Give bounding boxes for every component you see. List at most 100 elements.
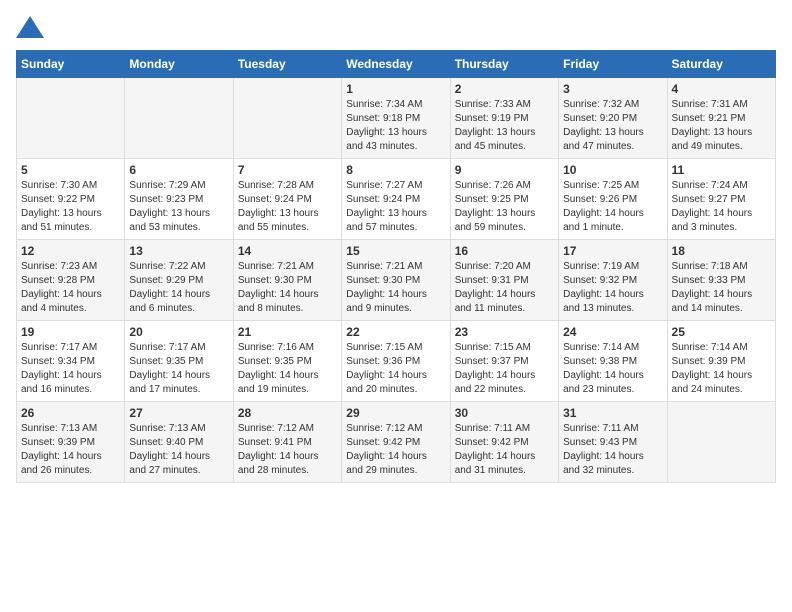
day-number: 14: [238, 244, 337, 258]
weekday-header-thursday: Thursday: [450, 51, 558, 78]
cell-content: Sunrise: 7:12 AMSunset: 9:42 PMDaylight:…: [346, 422, 445, 478]
sunrise-text: Sunrise: 7:26 AM: [455, 180, 531, 191]
sunset-text: Sunset: 9:42 PM: [455, 437, 529, 448]
sunrise-text: Sunrise: 7:12 AM: [238, 423, 314, 434]
daylight-text: Daylight: 14 hours and 19 minutes.: [238, 370, 319, 395]
sunrise-text: Sunrise: 7:34 AM: [346, 99, 422, 110]
daylight-text: Daylight: 14 hours and 9 minutes.: [346, 289, 427, 314]
daylight-text: Daylight: 14 hours and 23 minutes.: [563, 370, 644, 395]
sunset-text: Sunset: 9:33 PM: [672, 275, 746, 286]
weekday-row: SundayMondayTuesdayWednesdayThursdayFrid…: [17, 51, 776, 78]
sunrise-text: Sunrise: 7:23 AM: [21, 261, 97, 272]
day-number: 31: [563, 406, 662, 420]
day-number: 13: [129, 244, 228, 258]
daylight-text: Daylight: 13 hours and 55 minutes.: [238, 208, 319, 233]
sunrise-text: Sunrise: 7:13 AM: [129, 423, 205, 434]
logo-icon: [16, 16, 44, 38]
day-number: 7: [238, 163, 337, 177]
day-number: 11: [672, 163, 771, 177]
calendar-cell: [17, 78, 125, 159]
calendar-cell: [125, 78, 233, 159]
cell-content: Sunrise: 7:26 AMSunset: 9:25 PMDaylight:…: [455, 179, 554, 235]
sunrise-text: Sunrise: 7:28 AM: [238, 180, 314, 191]
day-number: 19: [21, 325, 120, 339]
calendar-cell: 29 Sunrise: 7:12 AMSunset: 9:42 PMDayligh…: [342, 402, 450, 483]
calendar-cell: [667, 402, 775, 483]
calendar-row: 26Sunrise: 7:13 AMSunset: 9:39 PMDayligh…: [17, 402, 776, 483]
day-number: 20: [129, 325, 228, 339]
calendar-cell: 1Sunrise: 7:34 AMSunset: 9:18 PMDaylight…: [342, 78, 450, 159]
weekday-header-wednesday: Wednesday: [342, 51, 450, 78]
cell-content: Sunrise: 7:27 AMSunset: 9:24 PMDaylight:…: [346, 179, 445, 235]
calendar-cell: 14Sunrise: 7:21 AMSunset: 9:30 PMDayligh…: [233, 240, 341, 321]
sunrise-text: Sunrise: 7:17 AM: [21, 342, 97, 353]
daylight-text: Daylight: 14 hours and 3 minutes.: [672, 208, 753, 233]
daylight-text: Daylight: 14 hours and 29 minutes.: [346, 451, 427, 476]
cell-content: Sunrise: 7:23 AMSunset: 9:28 PMDaylight:…: [21, 260, 120, 316]
sunset-text: Sunset: 9:25 PM: [455, 194, 529, 205]
sunset-text: Sunset: 9:30 PM: [238, 275, 312, 286]
daylight-text: Daylight: 13 hours and 45 minutes.: [455, 127, 536, 152]
sunrise-text: Sunrise: 7:15 AM: [455, 342, 531, 353]
day-number: 30: [455, 406, 554, 420]
day-number: 29: [346, 406, 445, 420]
sunrise-text: Sunrise: 7:30 AM: [21, 180, 97, 191]
day-number: 12: [21, 244, 120, 258]
daylight-text: Daylight: 13 hours and 57 minutes.: [346, 208, 427, 233]
sunset-text: Sunset: 9:32 PM: [563, 275, 637, 286]
daylight-text: Daylight: 14 hours and 6 minutes.: [129, 289, 210, 314]
calendar-cell: 6 Sunrise: 7:29 AMSunset: 9:23 PMDaylight…: [125, 159, 233, 240]
cell-content: Sunrise: 7:29 AMSunset: 9:23 PMDaylight:…: [129, 179, 228, 235]
sunrise-text: Sunrise: 7:19 AM: [563, 261, 639, 272]
calendar-cell: 12 Sunrise: 7:23 AMSunset: 9:28 PMDayligh…: [17, 240, 125, 321]
cell-content: Sunrise: 7:24 AMSunset: 9:27 PMDaylight:…: [672, 179, 771, 235]
sunset-text: Sunset: 9:24 PM: [346, 194, 420, 205]
sunrise-text: Sunrise: 7:15 AM: [346, 342, 422, 353]
calendar-cell: 18Sunrise: 7:18 AMSunset: 9:33 PMDayligh…: [667, 240, 775, 321]
sunset-text: Sunset: 9:35 PM: [129, 356, 203, 367]
calendar-cell: 8Sunrise: 7:27 AMSunset: 9:24 PMDaylight…: [342, 159, 450, 240]
day-number: 28: [238, 406, 337, 420]
cell-content: Sunrise: 7:15 AMSunset: 9:36 PMDaylight:…: [346, 341, 445, 397]
calendar-row: 5Sunrise: 7:30 AMSunset: 9:22 PMDaylight…: [17, 159, 776, 240]
sunrise-text: Sunrise: 7:24 AM: [672, 180, 748, 191]
daylight-text: Daylight: 14 hours and 32 minutes.: [563, 451, 644, 476]
sunset-text: Sunset: 9:41 PM: [238, 437, 312, 448]
day-number: 24: [563, 325, 662, 339]
sunset-text: Sunset: 9:30 PM: [346, 275, 420, 286]
calendar-cell: 16Sunrise: 7:20 AMSunset: 9:31 PMDayligh…: [450, 240, 558, 321]
sunrise-text: Sunrise: 7:18 AM: [672, 261, 748, 272]
day-number: 25: [672, 325, 771, 339]
calendar-row: 1Sunrise: 7:34 AMSunset: 9:18 PMDaylight…: [17, 78, 776, 159]
calendar-row: 19Sunrise: 7:17 AMSunset: 9:34 PMDayligh…: [17, 321, 776, 402]
sunset-text: Sunset: 9:40 PM: [129, 437, 203, 448]
day-number: 9: [455, 163, 554, 177]
sunrise-text: Sunrise: 7:12 AM: [346, 423, 422, 434]
weekday-header-saturday: Saturday: [667, 51, 775, 78]
cell-content: Sunrise: 7:33 AMSunset: 9:19 PMDaylight:…: [455, 98, 554, 154]
cell-content: Sunrise: 7:16 AMSunset: 9:35 PMDaylight:…: [238, 341, 337, 397]
calendar-cell: 22 Sunrise: 7:15 AMSunset: 9:36 PMDayligh…: [342, 321, 450, 402]
calendar-cell: 4Sunrise: 7:31 AMSunset: 9:21 PMDaylight…: [667, 78, 775, 159]
sunset-text: Sunset: 9:26 PM: [563, 194, 637, 205]
daylight-text: Daylight: 13 hours and 49 minutes.: [672, 127, 753, 152]
cell-content: Sunrise: 7:19 AMSunset: 9:32 PMDaylight:…: [563, 260, 662, 316]
calendar-cell: 27Sunrise: 7:13 AMSunset: 9:40 PMDayligh…: [125, 402, 233, 483]
sunrise-text: Sunrise: 7:21 AM: [238, 261, 314, 272]
calendar-cell: 23Sunrise: 7:15 AMSunset: 9:37 PMDayligh…: [450, 321, 558, 402]
sunrise-text: Sunrise: 7:21 AM: [346, 261, 422, 272]
calendar-cell: 20Sunrise: 7:17 AMSunset: 9:35 PMDayligh…: [125, 321, 233, 402]
calendar-cell: 3Sunrise: 7:32 AMSunset: 9:20 PMDaylight…: [559, 78, 667, 159]
calendar-cell: 30Sunrise: 7:11 AMSunset: 9:42 PMDayligh…: [450, 402, 558, 483]
calendar-cell: 2Sunrise: 7:33 AMSunset: 9:19 PMDaylight…: [450, 78, 558, 159]
day-number: 22: [346, 325, 445, 339]
daylight-text: Daylight: 14 hours and 28 minutes.: [238, 451, 319, 476]
day-number: 16: [455, 244, 554, 258]
calendar-cell: 25 Sunrise: 7:14 AMSunset: 9:39 PMDayligh…: [667, 321, 775, 402]
cell-content: Sunrise: 7:13 AMSunset: 9:40 PMDaylight:…: [129, 422, 228, 478]
calendar-cell: 24Sunrise: 7:14 AMSunset: 9:38 PMDayligh…: [559, 321, 667, 402]
daylight-text: Daylight: 14 hours and 1 minute.: [563, 208, 644, 233]
sunrise-text: Sunrise: 7:22 AM: [129, 261, 205, 272]
cell-content: Sunrise: 7:14 AMSunset: 9:39 PMDaylight:…: [672, 341, 771, 397]
day-number: 6: [129, 163, 228, 177]
